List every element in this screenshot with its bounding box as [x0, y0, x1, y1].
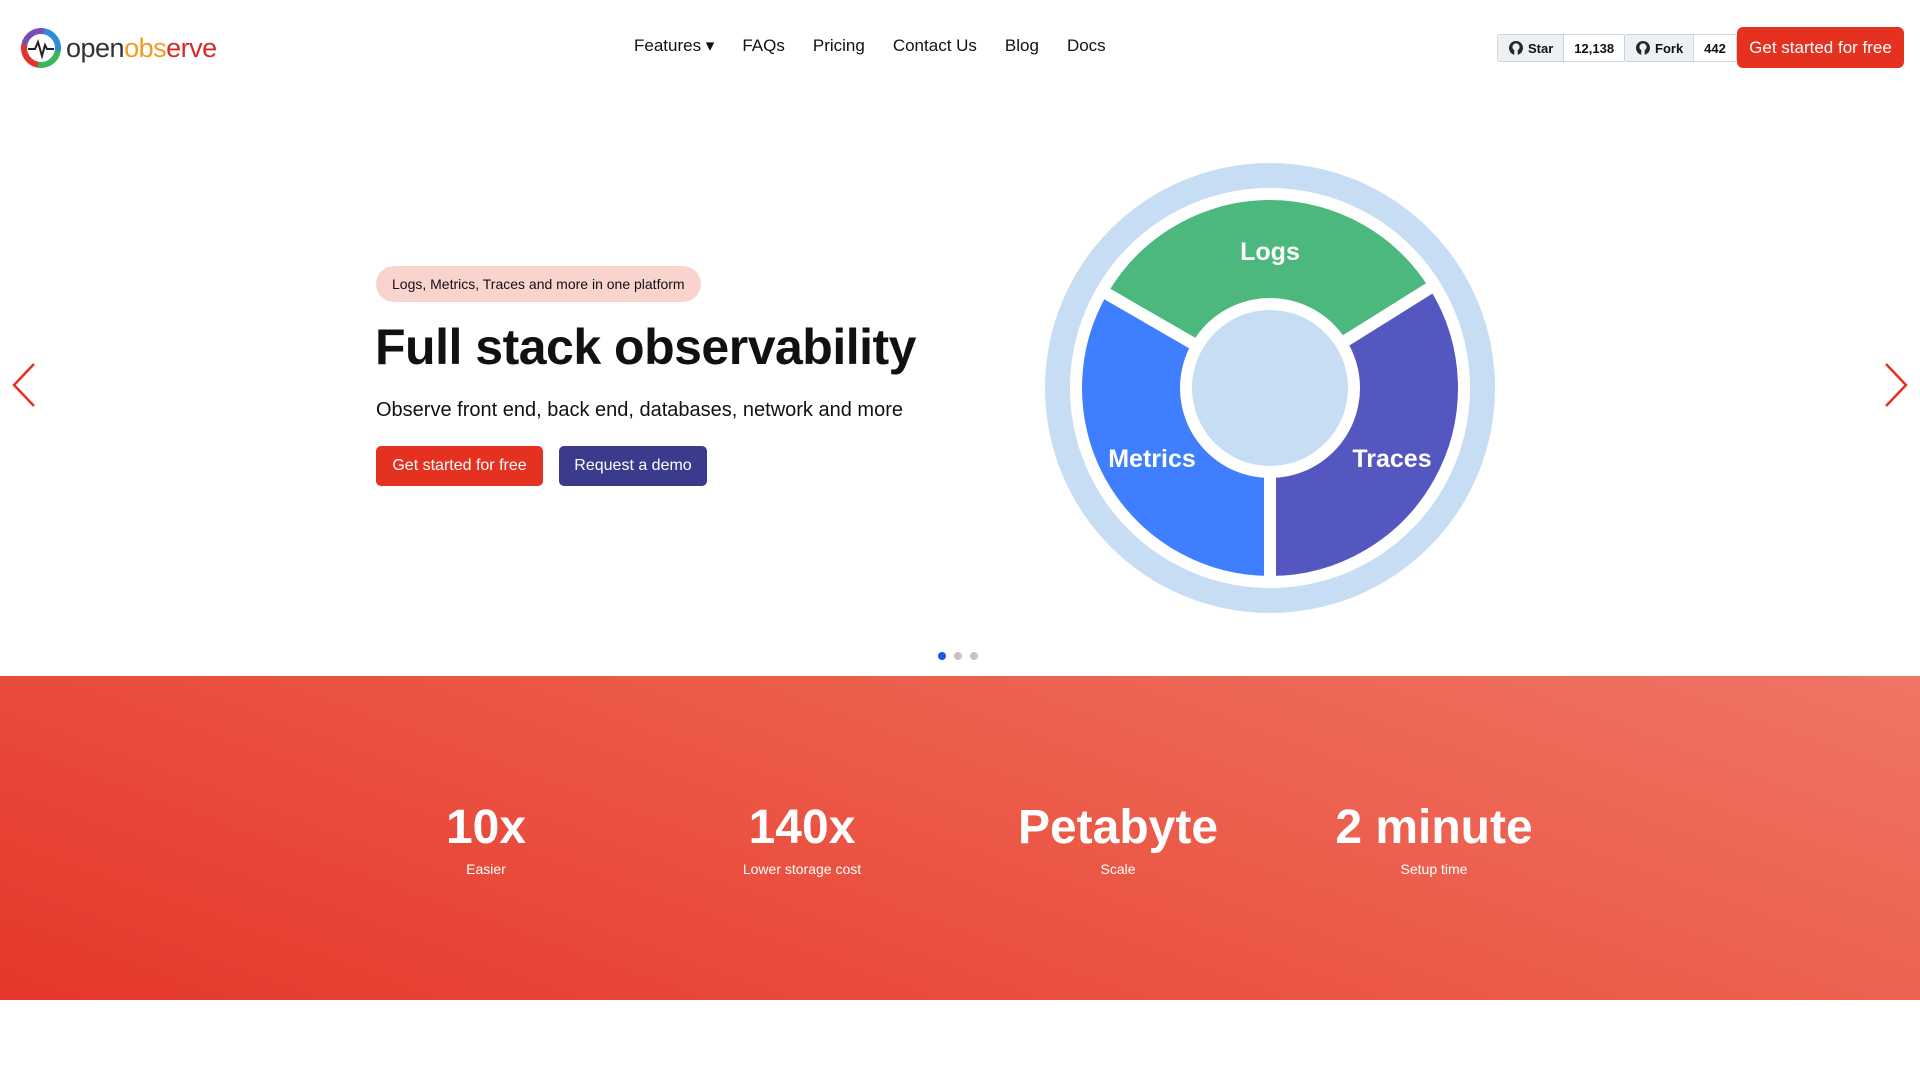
- github-icon: [1509, 41, 1523, 55]
- logo-text-obs: obs: [124, 32, 167, 63]
- segment-label-metrics: Metrics: [1108, 445, 1196, 473]
- star-label: Star: [1528, 40, 1554, 56]
- stat-value: 10x: [445, 801, 527, 854]
- segment-label-logs: Logs: [1240, 238, 1300, 266]
- stat-setup: 2 minute Setup time: [1284, 800, 1584, 877]
- carousel-next-icon[interactable]: [1880, 360, 1910, 410]
- main-nav: Features ▾ FAQs Pricing Contact Us Blog …: [634, 36, 1106, 56]
- fork-count[interactable]: 442: [1694, 35, 1736, 61]
- logo-text-open: open: [66, 32, 125, 63]
- stat-value: Petabyte: [1017, 801, 1219, 854]
- nav-docs[interactable]: Docs: [1067, 36, 1106, 56]
- github-star-button[interactable]: Star 12,138: [1497, 34, 1626, 62]
- stat-label: Lower storage cost: [742, 861, 862, 877]
- stat-value: 2 minute: [1335, 801, 1533, 854]
- observability-diagram: Logs Traces Metrics: [1045, 163, 1495, 613]
- stat-easier: 10x Easier: [336, 800, 636, 877]
- hero-badge: Logs, Metrics, Traces and more in one pl…: [376, 266, 701, 302]
- fork-label: Fork: [1655, 40, 1684, 56]
- logo-icon: [21, 27, 61, 68]
- request-demo-button[interactable]: Request a demo: [559, 446, 707, 486]
- stat-value: 140x: [748, 801, 856, 854]
- stats-band: [0, 676, 1920, 1000]
- get-started-header-button[interactable]: Get started for free: [1737, 27, 1904, 68]
- github-fork-button[interactable]: Fork 442: [1624, 34, 1737, 62]
- nav-features[interactable]: Features ▾: [634, 36, 714, 56]
- nav-blog[interactable]: Blog: [1005, 36, 1039, 56]
- stat-label: Setup time: [1400, 861, 1468, 877]
- stat-storage: 140x Lower storage cost: [652, 800, 952, 877]
- star-count[interactable]: 12,138: [1564, 35, 1625, 61]
- carousel-dot[interactable]: [954, 652, 962, 660]
- stat-label: Easier: [466, 861, 506, 877]
- segment-label-traces: Traces: [1352, 445, 1431, 473]
- logo-text: openobserve: [66, 33, 217, 64]
- stat-scale: Petabyte Scale: [968, 800, 1268, 877]
- nav-pricing[interactable]: Pricing: [813, 36, 865, 56]
- carousel-prev-icon[interactable]: [10, 360, 40, 410]
- stat-label: Scale: [1100, 861, 1136, 877]
- hero-title: Full stack observability: [375, 319, 916, 375]
- carousel-dot[interactable]: [938, 652, 946, 660]
- logo[interactable]: openobserve: [20, 27, 217, 69]
- hub: [1192, 310, 1348, 466]
- get-started-button[interactable]: Get started for free: [376, 446, 543, 486]
- carousel-dots: [938, 652, 978, 660]
- nav-faqs[interactable]: FAQs: [742, 36, 785, 56]
- carousel-dot[interactable]: [970, 652, 978, 660]
- logo-text-erve: erve: [166, 32, 217, 63]
- github-icon: [1636, 41, 1650, 55]
- hero-subtitle: Observe front end, back end, databases, …: [376, 399, 903, 421]
- nav-contact[interactable]: Contact Us: [893, 36, 977, 56]
